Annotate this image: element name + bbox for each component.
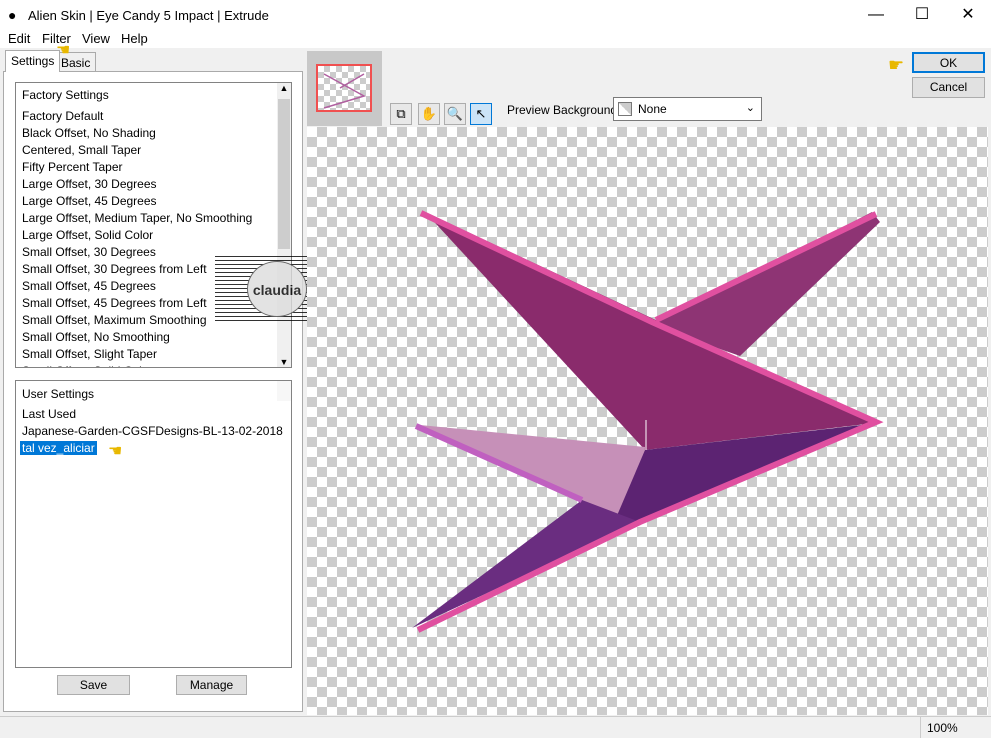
menu-help[interactable]: Help — [121, 31, 148, 46]
user-settings-list[interactable]: User Settings Last Used Japanese-Garden-… — [15, 380, 292, 668]
list-item[interactable]: Black Offset, No Shading — [22, 126, 156, 140]
pointer-tool-icon[interactable]: ↖ — [470, 103, 492, 125]
maximize-button[interactable]: ☐ — [899, 0, 945, 30]
list-item[interactable]: Small Offset, Slight Taper — [22, 347, 157, 361]
list-item[interactable]: Small Offset, 45 Degrees — [22, 279, 156, 293]
preview-compare-icon[interactable]: ⧉ — [390, 103, 412, 125]
list-item[interactable]: Fifty Percent Taper — [22, 160, 123, 174]
save-button[interactable]: Save — [57, 675, 130, 695]
navigator-thumbnail[interactable] — [307, 51, 382, 126]
scrollbar[interactable]: ▲ ▼ — [277, 83, 291, 367]
list-item[interactable]: Large Offset, Medium Taper, No Smoothing — [22, 211, 252, 225]
thumbnail-shape — [323, 73, 366, 109]
list-header: User Settings — [22, 387, 95, 401]
list-item[interactable]: Small Offset, 45 Degrees from Left — [22, 296, 207, 310]
list-item[interactable]: Large Offset, 30 Degrees — [22, 177, 157, 191]
zoom-tool-icon[interactable]: 🔍 — [444, 103, 466, 125]
list-item[interactable]: Small Offset, 30 Degrees — [22, 245, 156, 259]
extruded-shape — [412, 210, 884, 633]
menu-edit[interactable]: Edit — [8, 31, 30, 46]
chevron-down-icon: ⌄ — [745, 102, 755, 114]
scrollbar[interactable] — [277, 381, 291, 401]
pointing-hand-icon: ☚ — [108, 443, 123, 460]
manage-button[interactable]: Manage — [176, 675, 247, 695]
close-button[interactable]: ✕ — [945, 0, 991, 30]
minimize-button[interactable]: — — [853, 0, 899, 30]
cancel-button[interactable]: Cancel — [912, 77, 985, 98]
hand-tool-icon[interactable]: ✋ — [418, 103, 440, 125]
list-item[interactable]: Small Offset, Solid Color — [22, 364, 153, 367]
list-item[interactable]: Small Offset, No Smoothing — [22, 330, 170, 344]
preview-background-label: Preview Background: — [507, 103, 621, 117]
scroll-down-icon[interactable]: ▼ — [277, 357, 291, 367]
list-item[interactable]: Japanese-Garden-CGSFDesigns-BL-13-02-201… — [22, 424, 283, 438]
list-item[interactable]: Last Used — [22, 407, 76, 421]
list-item[interactable]: Large Offset, 45 Degrees — [22, 194, 157, 208]
select-value: None — [638, 102, 667, 116]
tab-settings[interactable]: Settings — [5, 50, 61, 72]
menu-view[interactable]: View — [82, 31, 110, 46]
checker-swatch-icon — [618, 102, 632, 116]
list-item-selected[interactable]: tal vez_aliciar — [20, 441, 97, 455]
preview-canvas[interactable] — [307, 127, 988, 715]
window-title: Alien Skin | Eye Candy 5 Impact | Extrud… — [28, 8, 269, 23]
list-item[interactable]: Small Offset, 30 Degrees from Left — [22, 262, 207, 276]
list-item[interactable]: Factory Default — [22, 109, 103, 123]
ok-button[interactable]: OK — [912, 52, 985, 73]
menu-bar — [0, 30, 991, 48]
scroll-up-icon[interactable]: ▲ — [277, 83, 291, 99]
preview-background-select[interactable]: None ⌄ — [613, 97, 762, 121]
status-bar: 100% — [0, 716, 991, 738]
list-header: Factory Settings — [22, 88, 109, 102]
scroll-thumb[interactable] — [278, 99, 290, 249]
pointing-hand-icon: ☛ — [888, 55, 905, 75]
factory-settings-list[interactable]: Factory Settings Factory Default Black Of… — [15, 82, 292, 368]
zoom-level: 100% — [920, 717, 964, 738]
list-item[interactable]: Large Offset, Solid Color — [22, 228, 153, 242]
app-icon: ● — [8, 7, 17, 23]
list-item[interactable]: Centered, Small Taper — [22, 143, 141, 157]
list-item[interactable]: Small Offset, Maximum Smoothing — [22, 313, 207, 327]
